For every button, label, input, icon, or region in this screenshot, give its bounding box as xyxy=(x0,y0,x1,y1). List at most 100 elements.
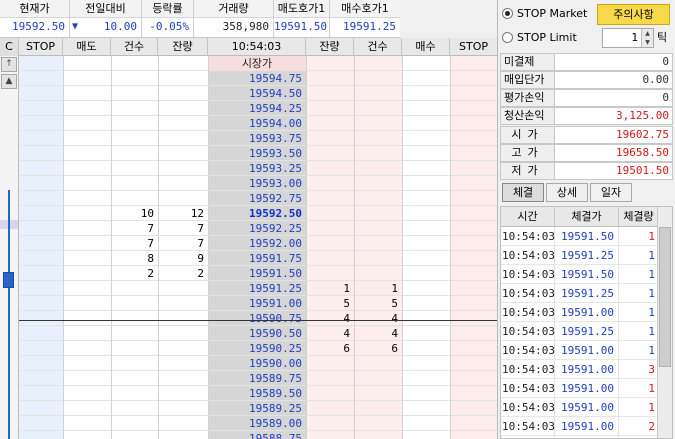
header-ask-qty: 잔량 xyxy=(158,38,208,56)
price-cell: 19590.25 xyxy=(249,342,302,355)
ask-count-cell: 7 xyxy=(147,222,154,235)
price-cell: 19593.75 xyxy=(249,132,302,145)
trades-list: 시간 체결가 체결량 10:54:03 19591.50 1 10:54:03 1959… xyxy=(500,206,673,439)
price-cell: 19594.75 xyxy=(249,72,302,85)
header-stop-buy: STOP xyxy=(459,40,488,53)
account-field-value: 0 xyxy=(662,91,669,104)
trade-qty: 2 xyxy=(648,420,655,433)
trade-time: 10:54:03 xyxy=(501,379,555,397)
trade-qty: 1 xyxy=(648,344,655,357)
order-book-row: 시장가 xyxy=(0,56,497,71)
bid-qty-cell: 5 xyxy=(343,297,350,310)
bid-qty-cell: 4 xyxy=(343,312,350,325)
tick-stepper[interactable]: 1 ▲ ▼ xyxy=(602,28,654,48)
column-divider xyxy=(354,56,355,439)
trades-header-qty: 체결량 xyxy=(623,210,654,223)
ask-count-cell: 2 xyxy=(147,267,154,280)
scroll-up-icon[interactable]: ↑ xyxy=(1,57,17,72)
summary-label: 현재가 xyxy=(0,0,69,18)
radio-unchecked-icon xyxy=(502,32,513,43)
radio-label: STOP Market xyxy=(517,7,588,20)
trade-row: 10:54:03 19591.00 2 xyxy=(501,417,658,436)
trade-qty: 1 xyxy=(648,306,655,319)
ask-count-cell: 10 xyxy=(140,207,154,220)
price-cell: 19591.50 xyxy=(249,267,302,280)
stepper-arrows[interactable]: ▲ ▼ xyxy=(641,29,653,47)
summary-ask1: 매도호가1 19591.50 xyxy=(274,0,330,37)
price-cell: 19594.50 xyxy=(249,87,302,100)
order-book-row: 19590.00 xyxy=(0,356,497,371)
summary-volume: 거래량 358,980 xyxy=(194,0,274,37)
column-divider xyxy=(111,56,112,439)
trades-scroll-thumb[interactable] xyxy=(659,227,671,367)
column-divider xyxy=(208,56,209,439)
ask-qty-cell: 7 xyxy=(197,222,204,235)
trade-qty: 1 xyxy=(648,249,655,262)
header-time: 10:54:03 xyxy=(208,38,306,56)
summary-value: -0.05% xyxy=(149,20,189,33)
trade-time: 10:54:03 xyxy=(501,398,555,416)
bid-count-cell: 5 xyxy=(391,297,398,310)
bid-count-cell: 4 xyxy=(391,327,398,340)
trade-price: 19591.00 xyxy=(555,341,619,359)
trade-row: 10:54:0319591.00 1 xyxy=(501,398,658,417)
market-price-label: 시장가 xyxy=(208,56,306,71)
stepper-up-icon[interactable]: ▲ xyxy=(642,29,653,38)
ohlc-field-label: 시가 xyxy=(501,127,555,143)
stop-limit-radio[interactable]: STOP Limit xyxy=(502,28,577,48)
price-cell: 19590.00 xyxy=(249,357,302,370)
notice-button[interactable]: 주의사항 xyxy=(597,4,670,25)
header-bid-count: 건수 xyxy=(354,38,402,56)
price-cell: 19589.50 xyxy=(249,387,302,400)
ask-count-cell: 7 xyxy=(147,237,154,250)
summary-change: 전일대비 ▼ 10.00 xyxy=(70,0,142,37)
order-book-row: 19593.50 xyxy=(0,146,497,161)
trade-price: 19591.25 xyxy=(555,246,619,264)
order-book-row: 19592.75 xyxy=(0,191,497,206)
bid-count-cell: 1 xyxy=(391,282,398,295)
ask-qty-cell: 2 xyxy=(197,267,204,280)
center-price-icon[interactable]: ▲ xyxy=(1,74,17,89)
account-field: 평가손익 0 xyxy=(500,89,673,107)
column-divider xyxy=(402,56,403,439)
tab-trades[interactable]: 체결 xyxy=(502,183,544,202)
stepper-down-icon[interactable]: ▼ xyxy=(642,38,653,47)
order-book-row: 19594.25 xyxy=(0,101,497,116)
ohlc-field: 저가 19501.50 xyxy=(500,162,673,180)
summary-current-price: 현재가 19592.50 xyxy=(0,0,70,37)
position-handle[interactable] xyxy=(3,272,14,288)
order-book-row: 19590.75 4 4 xyxy=(0,311,497,326)
order-book-row: 19591.25 1 1 xyxy=(0,281,497,296)
trade-price: 19591.00 xyxy=(555,360,619,378)
tab-detail[interactable]: 상세 xyxy=(546,183,588,202)
order-book-row: 19593.00 xyxy=(0,176,497,191)
order-book-header: C STOP 매도 건수 잔량 10:54:03 잔량 건수 매수 STOP xyxy=(0,38,497,56)
trade-price: 19591.00 xyxy=(555,379,619,397)
book-gutter: ↑ ▲ xyxy=(0,56,19,439)
trade-price: 19591.00 xyxy=(555,398,619,416)
header-bid-qty: 잔량 xyxy=(306,38,354,56)
account-field-value: 0 xyxy=(662,55,669,68)
tab-daily[interactable]: 일자 xyxy=(590,183,632,202)
summary-value: 358,980 xyxy=(222,20,269,33)
radio-label: STOP Limit xyxy=(517,31,577,44)
summary-value: 19591.25 xyxy=(343,20,396,33)
price-cell: 19589.00 xyxy=(249,417,302,430)
ohlc-field: 고가 19658.50 xyxy=(500,144,673,162)
trade-price: 19591.00 xyxy=(555,303,619,321)
trade-row: 10:54:03 19591.50 1 xyxy=(501,227,658,246)
trades-scrollbar[interactable] xyxy=(657,207,672,438)
order-book-row: 19590.25 6 6 xyxy=(0,341,497,356)
account-field-label: 평가손익 xyxy=(501,90,555,106)
header-bid: 매수 xyxy=(402,38,450,56)
stop-market-radio[interactable]: STOP Market xyxy=(502,4,587,24)
trade-row: 10:54:03 19591.25 1 xyxy=(501,284,658,303)
trade-row: 10:54:0319591.00 1 xyxy=(501,303,658,322)
ohlc-field-label: 저가 xyxy=(501,163,555,179)
order-book-row: 8 9 19591.75 xyxy=(0,251,497,266)
tick-value[interactable]: 1 xyxy=(603,29,641,47)
account-field-value: 0.00 xyxy=(642,73,670,86)
bid-count-cell: 4 xyxy=(391,312,398,325)
tick-label: 틱 xyxy=(657,31,668,44)
collapse-button[interactable]: C xyxy=(0,38,19,56)
